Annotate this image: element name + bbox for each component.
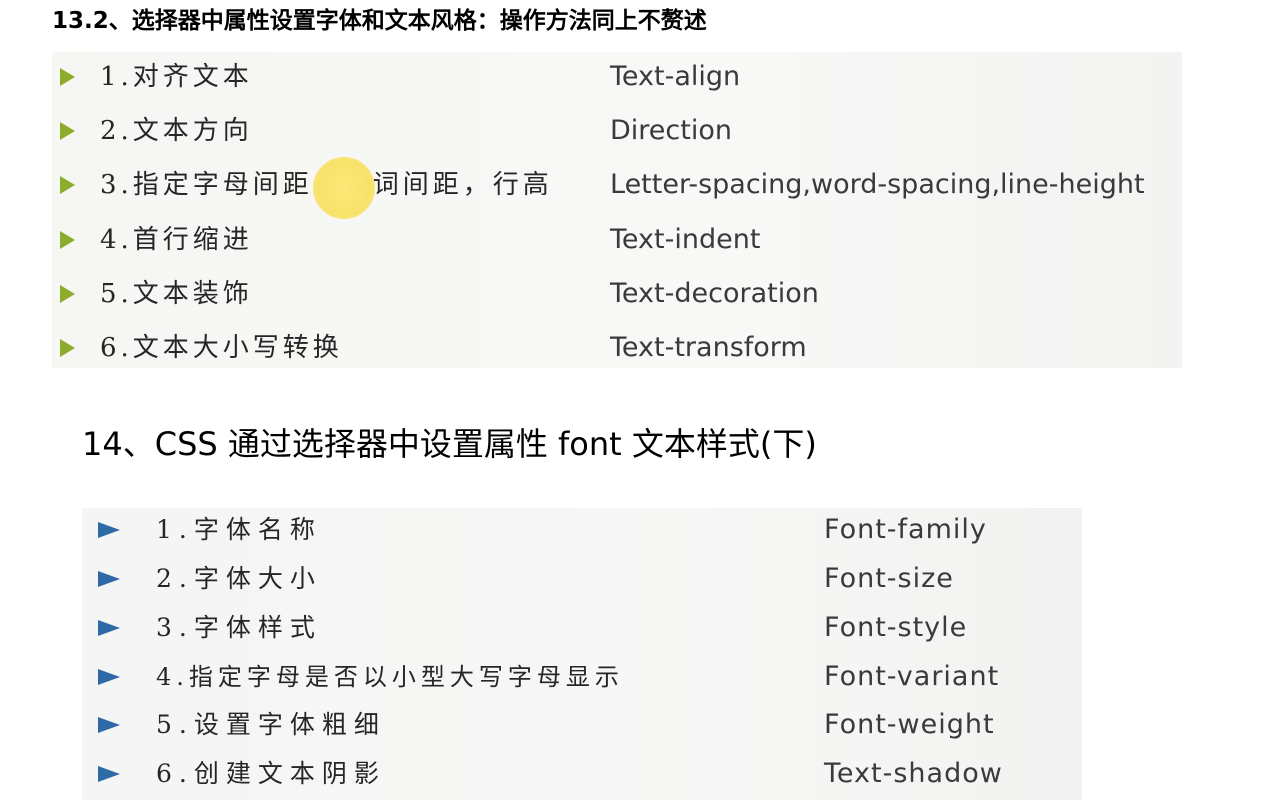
item-label: 5.设置字体粗细 (156, 710, 386, 739)
item-label: 2.文本方向 (100, 116, 253, 146)
item-property: Font-family (824, 514, 987, 545)
cursor-highlight (313, 157, 375, 219)
list-item: 4.首行缩进 Text-indent (52, 220, 1182, 260)
triangle-bullet-icon (98, 766, 120, 782)
item-property: Font-style (824, 612, 968, 643)
item-property: Direction (610, 115, 732, 146)
item-label: 2.字体大小 (156, 564, 322, 593)
item-label: 5.文本装饰 (100, 279, 253, 309)
item-property: Text-shadow (824, 758, 1003, 789)
item-label: 3.字体样式 (156, 613, 322, 642)
item-property: Font-variant (824, 661, 1000, 692)
triangle-bullet-icon (60, 231, 75, 249)
item-label: 6.创建文本阴影 (156, 759, 386, 788)
text-style-slide: 1.对齐文本 Text-align 2.文本方向 Direction 3.指定字… (52, 52, 1182, 368)
item-property: Text-indent (610, 224, 761, 255)
triangle-bullet-icon (60, 176, 75, 194)
section-13-heading: 13.2、选择器中属性设置字体和文本风格：操作方法同上不赘述 (52, 8, 707, 34)
triangle-bullet-icon (98, 717, 120, 733)
section-14-heading: 14、CSS 通过选择器中设置属性 font 文本样式(下) (82, 425, 817, 463)
item-property: Font-size (824, 563, 954, 594)
triangle-bullet-icon (60, 285, 75, 303)
triangle-bullet-icon (98, 620, 120, 636)
list-item: 1.字体名称 Font-family (82, 510, 1082, 550)
list-item: 6.文本大小写转换 Text-transform (52, 328, 1182, 368)
item-property: Letter-spacing,word-spacing,line-height (610, 169, 1145, 200)
list-item: 2.字体大小 Font-size (82, 559, 1082, 599)
triangle-bullet-icon (60, 122, 75, 140)
font-style-slide: 1.字体名称 Font-family 2.字体大小 Font-size 3.字体… (82, 508, 1082, 800)
list-item: 5.文本装饰 Text-decoration (52, 274, 1182, 314)
list-item: 4.指定字母是否以小型大写字母显示 Font-variant (82, 657, 1082, 697)
triangle-bullet-icon (98, 669, 120, 685)
item-property: Font-weight (824, 709, 995, 740)
list-item: 1.对齐文本 Text-align (52, 57, 1182, 97)
triangle-bullet-icon (60, 68, 75, 86)
item-property: Text-transform (610, 332, 807, 363)
list-item: 3.指定字母间距，单词间距，行高 Letter-spacing,word-spa… (52, 165, 1182, 205)
triangle-bullet-icon (60, 339, 75, 357)
list-item: 3.字体样式 Font-style (82, 608, 1082, 648)
item-property: Text-decoration (610, 278, 819, 309)
list-item: 5.设置字体粗细 Font-weight (82, 705, 1082, 745)
item-label: 6.文本大小写转换 (100, 333, 343, 363)
item-label: 1.对齐文本 (100, 62, 253, 92)
triangle-bullet-icon (98, 571, 120, 587)
item-label: 4.首行缩进 (100, 225, 253, 255)
list-item: 2.文本方向 Direction (52, 111, 1182, 151)
item-label: 1.字体名称 (156, 515, 322, 544)
triangle-bullet-icon (98, 522, 120, 538)
list-item: 6.创建文本阴影 Text-shadow (82, 754, 1082, 794)
item-label: 4.指定字母是否以小型大写字母显示 (156, 663, 624, 691)
item-property: Text-align (610, 61, 741, 92)
